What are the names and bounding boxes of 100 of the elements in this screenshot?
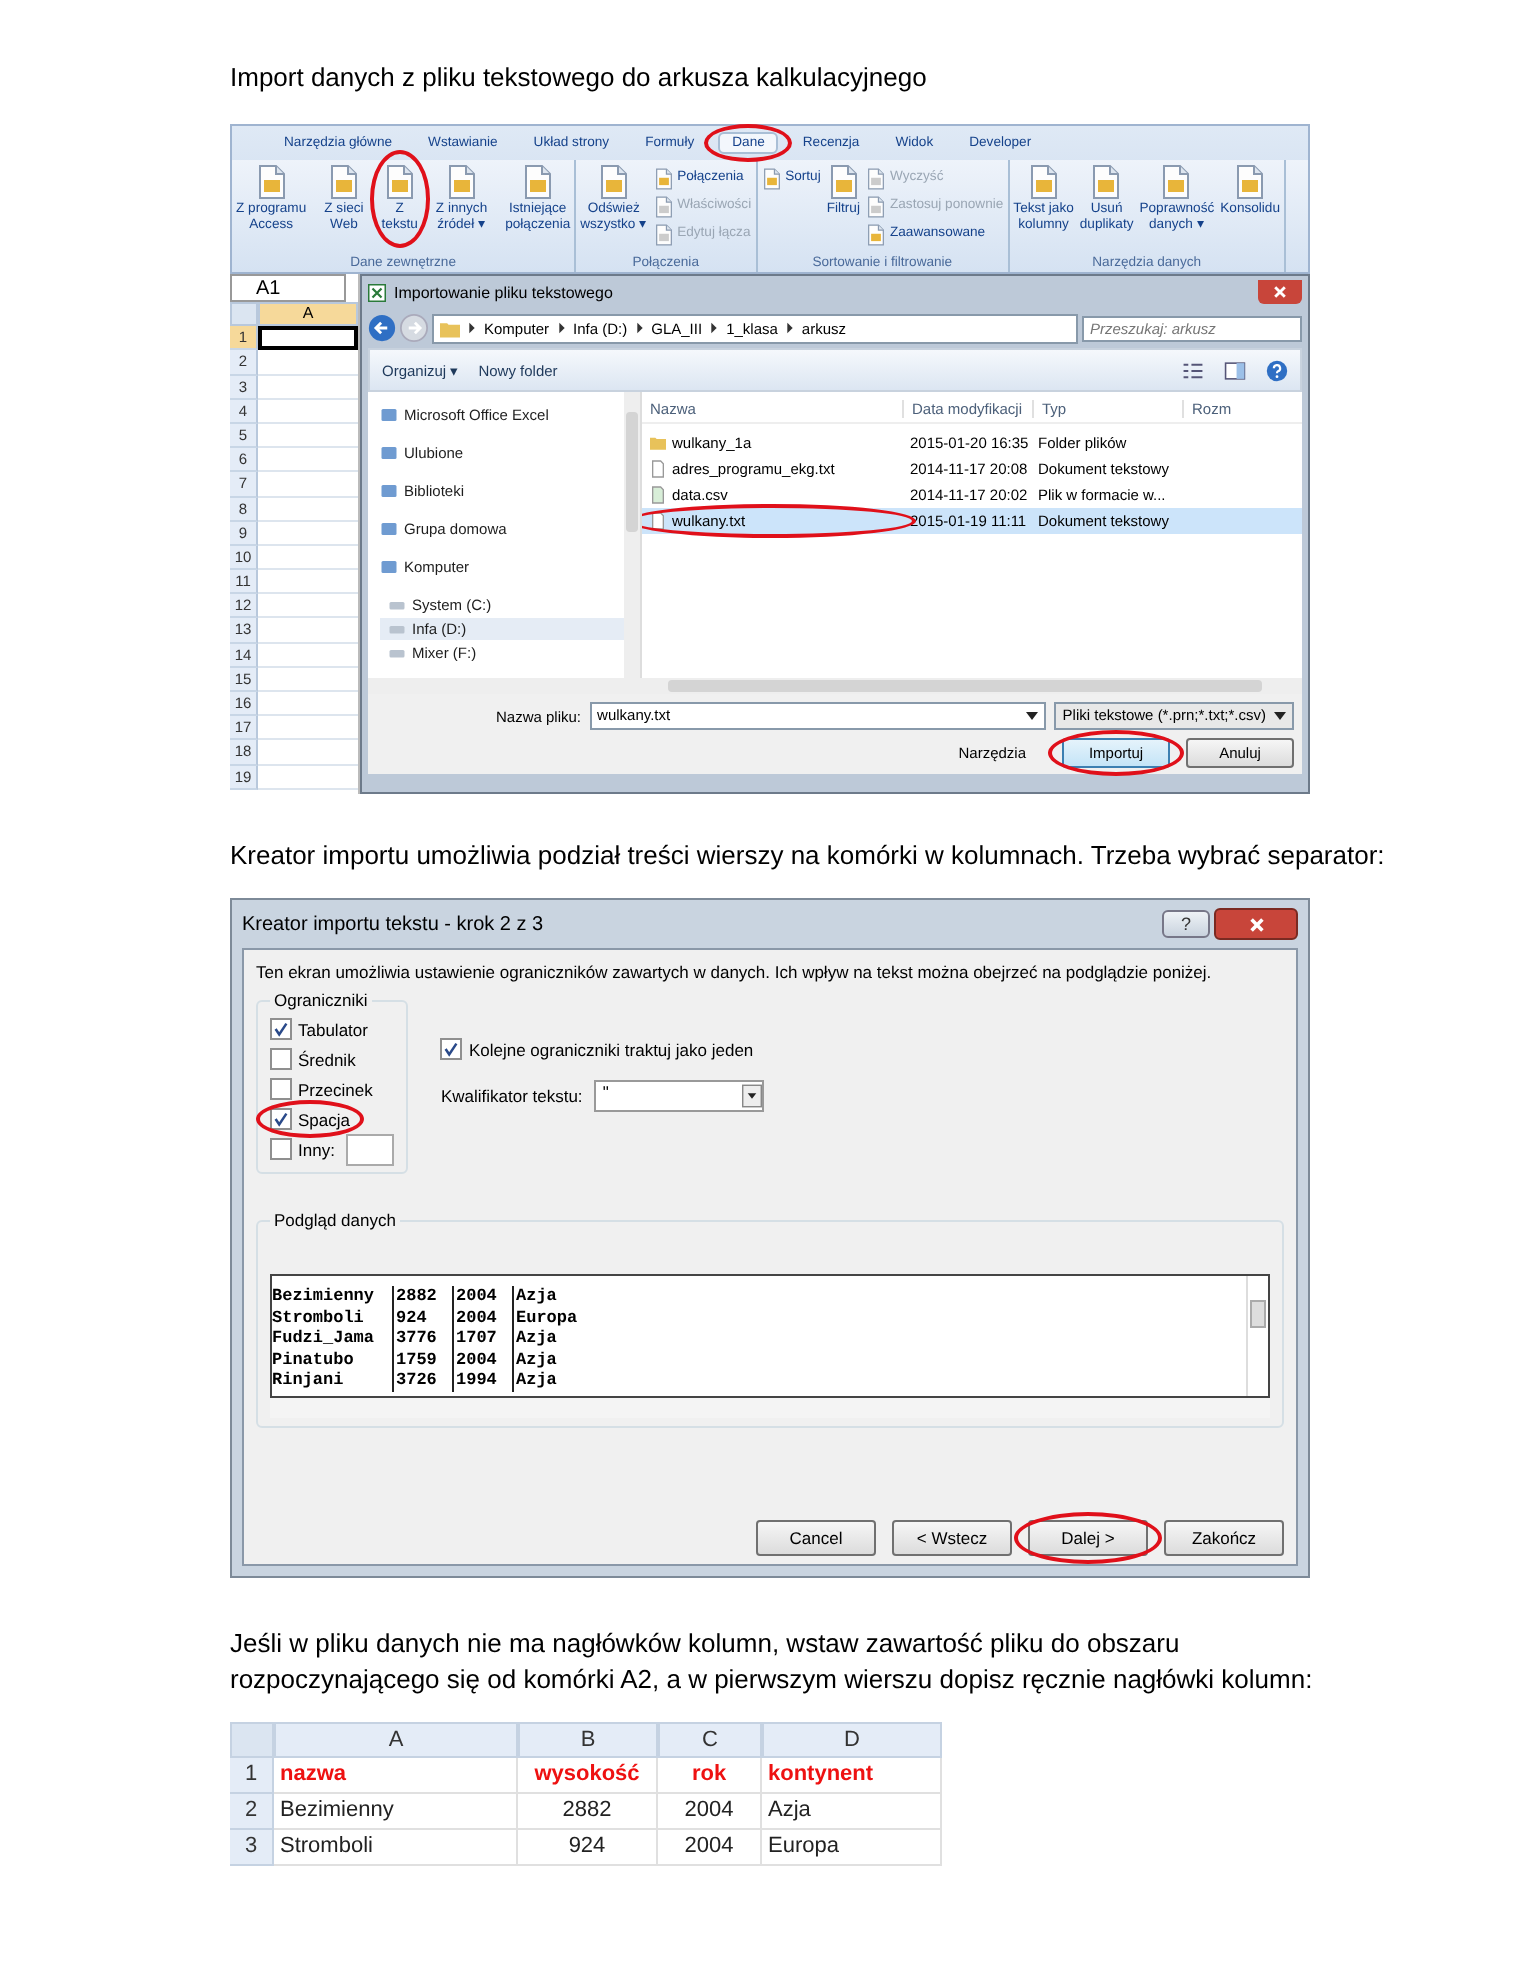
preview-cell: Fudzi_Jama [272, 1328, 394, 1349]
back-icon[interactable] [368, 314, 396, 342]
preview-cell: 924 [394, 1307, 454, 1328]
preview-cell: Rinjani [272, 1370, 394, 1391]
group-label: Podgląd danych [272, 1210, 398, 1230]
document-icon [1090, 164, 1123, 200]
document-icon [653, 167, 674, 189]
preview-cell: 3776 [394, 1328, 454, 1349]
select-all-corner[interactable] [230, 302, 258, 327]
paragraph: Jeśli w pliku danych nie ma nagłówków kolumn, wstaw zawartość pliku do obszaru rozpoczynającego się od komórki A2, a w pierwszym wierszu dopisz ręcznie nagłówki kolumn: [230, 1626, 1315, 1698]
row-header[interactable]: 3 [230, 1830, 274, 1866]
pane-icon[interactable] [1224, 359, 1246, 381]
row-header[interactable]: 2 [230, 1794, 274, 1830]
close-button[interactable] [1214, 908, 1298, 940]
row-header[interactable]: 1 [230, 1758, 274, 1794]
preview-cell: Bezimienny [272, 1286, 394, 1307]
close-button[interactable] [1258, 280, 1302, 304]
view-icon[interactable] [1182, 359, 1204, 381]
column-header[interactable]: A [258, 302, 358, 327]
chevron-icon[interactable] [557, 322, 566, 334]
document-icon [445, 164, 478, 200]
close-icon [1272, 284, 1288, 300]
help-button[interactable]: ? [1162, 910, 1210, 938]
table-cell[interactable] [258, 326, 358, 351]
dialog-button[interactable]: Zakończ [1164, 1520, 1284, 1556]
location-icon [380, 444, 398, 462]
document-icon [1027, 164, 1060, 200]
table-cell: 2004 [658, 1830, 762, 1866]
checkbox[interactable]: Kolejne ograniczniki traktuj jako jeden [440, 1038, 765, 1060]
checkbox[interactable]: Spacja [270, 1108, 350, 1130]
document-icon [383, 164, 416, 200]
document-icon [255, 164, 288, 200]
document-icon [865, 223, 886, 245]
close-icon [1247, 915, 1265, 933]
table-cell: Azja [762, 1794, 942, 1830]
document-icon [653, 223, 674, 245]
column-header[interactable]: C [658, 1722, 762, 1758]
location-icon [380, 482, 398, 500]
field-label: Kwalifikator tekstu: [440, 1086, 583, 1106]
document-icon [865, 167, 886, 189]
qualifier-dropdown[interactable]: " [594, 1080, 765, 1112]
preview-cell: Pinatubo [272, 1349, 394, 1370]
chevron-icon[interactable] [710, 322, 719, 334]
dialog-button[interactable]: Cancel [756, 1520, 876, 1556]
document-icon [653, 195, 674, 217]
table-cell: Bezimienny [274, 1794, 518, 1830]
preview-cell-text: Azja [514, 1370, 559, 1391]
select-all-corner[interactable] [230, 1722, 274, 1758]
preview-cell: 2004 [454, 1307, 514, 1328]
chevron-icon[interactable] [468, 322, 476, 334]
dialog-title: Importowanie pliku tekstowego [394, 283, 615, 301]
dialog-button[interactable]: < Wstecz [892, 1520, 1012, 1556]
table-cell: 924 [518, 1830, 658, 1866]
preview-cell: 2004 [454, 1349, 514, 1370]
document-icon [865, 195, 886, 217]
checkbox[interactable]: Inny: [270, 1138, 335, 1160]
scrollbar[interactable] [368, 678, 1302, 694]
checkbox[interactable]: Tabulator [270, 1018, 368, 1040]
caret-icon[interactable] [1026, 712, 1039, 720]
scrollbar[interactable] [624, 392, 640, 678]
name-box[interactable]: A1 [230, 274, 346, 302]
preview-cell-text: Azja [514, 1286, 559, 1307]
table-cell: Europa [762, 1830, 942, 1866]
checkbox[interactable]: Średnik [270, 1048, 356, 1070]
input-field[interactable] [346, 1133, 395, 1165]
chevron-icon[interactable] [785, 322, 794, 334]
table-cell: rok [658, 1758, 762, 1794]
scrollbar[interactable] [1246, 1276, 1268, 1396]
forward-icon[interactable] [400, 314, 428, 342]
preview-cell: Stromboli [272, 1307, 394, 1328]
preview-cell-text: Azja [514, 1328, 559, 1349]
preview-cell-text: Europa [514, 1307, 580, 1328]
document-icon [597, 164, 630, 200]
location-icon [380, 520, 398, 538]
document-icon [327, 164, 360, 200]
preview-cell: 2004 [454, 1286, 514, 1307]
document-icon [827, 164, 860, 200]
check-icon [272, 1110, 290, 1128]
document-icon [521, 164, 554, 200]
column-header[interactable]: B [518, 1722, 658, 1758]
folder-icon [440, 319, 460, 337]
scrollbar[interactable] [270, 1398, 1270, 1418]
checkbox[interactable]: Przecinek [270, 1078, 373, 1100]
table-cell: Stromboli [274, 1830, 518, 1866]
column-header[interactable]: D [762, 1722, 942, 1758]
preview-cell: 3726 [394, 1370, 454, 1391]
table-cell: nazwa [274, 1758, 518, 1794]
check-icon [442, 1040, 461, 1058]
dialog-button[interactable]: Dalej > [1028, 1520, 1148, 1556]
table-cell: 2882 [518, 1794, 658, 1830]
column-header[interactable]: A [274, 1722, 518, 1758]
table-cell: wysokość [518, 1758, 658, 1794]
preview-cell: 2882 [394, 1286, 454, 1307]
document-icon [1234, 164, 1267, 200]
preview-cell: 1994 [454, 1370, 514, 1391]
group-label: Ograniczniki [272, 990, 370, 1010]
chevron-icon[interactable] [635, 322, 644, 334]
help-icon[interactable] [1266, 359, 1288, 381]
description-text: Ten ekran umożliwia ustawienie ograniczników zawartych w danych. Ich wpływ na tekst można obejrzeć na podglądzie poniżej. [256, 962, 1214, 982]
folder-icon [650, 434, 666, 452]
